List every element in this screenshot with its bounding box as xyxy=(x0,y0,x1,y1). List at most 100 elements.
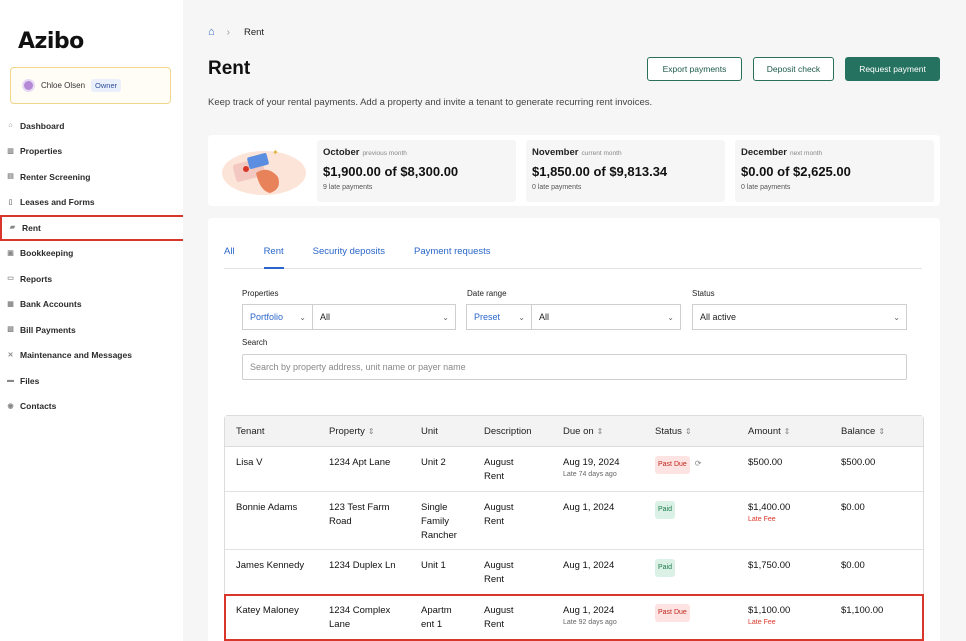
date-preset-select[interactable]: Preset ⌄ xyxy=(466,304,532,330)
sidebar-item-label: Leases and Forms xyxy=(20,197,95,208)
summary-late: 0 late payments xyxy=(532,184,582,191)
cell-unit: Unit 1 xyxy=(421,560,446,571)
summary-amount: $1,900.00 of $8,300.00 xyxy=(323,164,459,179)
cell-tenant: Lisa V xyxy=(236,457,263,468)
sidebar-item-renter-screening[interactable]: ▤ Renter Screening xyxy=(0,164,183,190)
col-property[interactable]: Property ⇕ xyxy=(329,426,375,437)
role-badge: Owner xyxy=(91,79,122,92)
sidebar-item-rent[interactable]: ▰ Rent xyxy=(0,215,188,241)
sidebar-item-files[interactable]: ▬ Files xyxy=(0,368,183,394)
cell-status: Past Due xyxy=(655,604,690,622)
date-range-label: Date range xyxy=(467,289,507,298)
cell-status: Paid xyxy=(655,559,676,577)
summary-december: December next month $0.00 of $2,625.00 0 … xyxy=(735,140,934,202)
col-amount[interactable]: Amount ⇕ xyxy=(748,426,790,437)
cell-balance: $0.00 xyxy=(841,502,865,513)
summary-amount: $0.00 of $2,625.00 xyxy=(741,164,851,179)
cell-description: August Rent xyxy=(484,457,514,482)
table-header: Tenant Property ⇕ Unit Description Due on… xyxy=(225,416,923,447)
summary-note: next month xyxy=(789,150,823,157)
cell-property: 123 Test Farm Road xyxy=(329,502,390,527)
sidebar-item-reports[interactable]: ▭ Reports xyxy=(0,266,183,292)
sidebar-item-contacts[interactable]: ◉ Contacts xyxy=(0,394,183,420)
summary-late: 0 late payments xyxy=(741,184,791,191)
sidebar-item-bank-accounts[interactable]: ▦ Bank Accounts xyxy=(0,292,183,318)
sort-icon: ⇕ xyxy=(783,427,791,436)
cell-status: Paid xyxy=(655,501,676,519)
sidebar-item-leases[interactable]: ▯ Leases and Forms xyxy=(0,190,183,216)
table-row[interactable]: James Kennedy 1234 Duplex Ln Unit 1 Augu… xyxy=(225,550,923,595)
azibo-logo[interactable]: Azibo xyxy=(18,29,84,54)
summary-month: October xyxy=(323,147,360,158)
document-icon: ▤ xyxy=(7,173,14,181)
summary-note: previous month xyxy=(362,150,407,157)
cell-amount: $1,750.00 xyxy=(748,560,791,571)
payment-illustration: ✦ xyxy=(222,148,306,195)
cell-balance: $500.00 xyxy=(841,457,876,468)
tab-rent[interactable]: Rent xyxy=(263,243,284,269)
table-row[interactable]: Lisa V 1234 Apt Lane Unit 2 August Rent … xyxy=(225,447,923,492)
status-badge: Paid xyxy=(655,559,676,577)
cell-tenant: Katey Maloney xyxy=(236,605,299,616)
user-card[interactable]: Chloe Olsen Owner xyxy=(10,67,171,104)
due-note: Late 92 days ago xyxy=(563,619,617,626)
tab-all[interactable]: All xyxy=(224,243,235,269)
sidebar-item-label: Maintenance and Messages xyxy=(20,350,132,361)
cell-description: August Rent xyxy=(484,605,514,630)
payments-panel: All Rent Security deposits Payment reque… xyxy=(208,218,940,641)
export-payments-button[interactable]: Export payments xyxy=(647,57,742,81)
col-due-on[interactable]: Due on ⇕ xyxy=(563,426,603,437)
search-input[interactable]: Search by property address, unit name or… xyxy=(242,354,907,380)
table-row[interactable]: Bonnie Adams 123 Test Farm Road Single F… xyxy=(225,492,923,550)
request-payment-button[interactable]: Request payment xyxy=(845,57,940,81)
cell-description: August Rent xyxy=(484,502,514,527)
home-icon[interactable]: ⌂ xyxy=(208,26,215,38)
select-value: All xyxy=(539,312,550,322)
chevron-down-icon: ⌄ xyxy=(518,313,525,322)
cell-tenant: Bonnie Adams xyxy=(236,502,298,513)
sort-icon: ⇕ xyxy=(878,427,886,436)
table-row[interactable]: Katey Maloney 1234 Complex Lane Apartm e… xyxy=(224,594,924,641)
sidebar-item-bill-payments[interactable]: ▧ Bill Payments xyxy=(0,317,183,343)
summary-amount: $1,850.00 of $9,813.34 xyxy=(532,164,668,179)
tab-payment-requests[interactable]: Payment requests xyxy=(414,243,491,269)
chevron-down-icon: ⌄ xyxy=(442,313,449,322)
bank-icon: ▦ xyxy=(7,300,14,308)
select-value: Preset xyxy=(474,312,501,322)
col-status[interactable]: Status ⇕ xyxy=(655,426,692,437)
sidebar-item-label: Files xyxy=(20,375,40,386)
deposit-check-button[interactable]: Deposit check xyxy=(753,57,834,81)
rent-summary: ✦ October previous month $1,900.00 of $8,… xyxy=(208,135,940,206)
sync-icon[interactable]: ⟳ xyxy=(695,459,702,468)
breadcrumb: ⌂ › Rent xyxy=(208,26,264,38)
sidebar-item-label: Rent xyxy=(22,222,41,233)
sidebar-item-label: Bank Accounts xyxy=(20,299,82,310)
properties-scope-select[interactable]: Portfolio ⌄ xyxy=(242,304,313,330)
select-value: Portfolio xyxy=(250,312,284,322)
status-select[interactable]: All active ⌄ xyxy=(692,304,907,330)
cell-property: 1234 Apt Lane xyxy=(329,457,391,468)
sidebar-item-label: Reports xyxy=(20,273,53,284)
cell-amount: $1,100.00 Late Fee xyxy=(748,605,791,626)
tab-security-deposits[interactable]: Security deposits xyxy=(313,243,385,269)
sidebar-item-bookkeeping[interactable]: ▣ Bookkeeping xyxy=(0,241,183,267)
col-tenant: Tenant xyxy=(236,426,265,437)
payment-tabs: All Rent Security deposits Payment reque… xyxy=(224,243,922,269)
properties-select[interactable]: All ⌄ xyxy=(312,304,456,330)
cell-tenant: James Kennedy xyxy=(236,560,305,571)
payments-table: Tenant Property ⇕ Unit Description Due on… xyxy=(224,415,924,641)
main-content: ⌂ › Rent Rent Keep track of your rental … xyxy=(183,0,966,641)
cell-description: August Rent xyxy=(484,560,514,585)
sidebar-item-dashboard[interactable]: ⌂ Dashboard xyxy=(0,113,183,139)
col-balance[interactable]: Balance ⇕ xyxy=(841,426,885,437)
sidebar-item-properties[interactable]: ▥ Properties xyxy=(0,139,183,165)
page-subtitle: Keep track of your rental payments. Add … xyxy=(208,97,653,108)
home-icon: ⌂ xyxy=(8,122,13,130)
cell-due: Aug 19, 2024 Late 74 days ago xyxy=(563,457,620,478)
status-label: Status xyxy=(692,289,715,298)
sidebar-item-maintenance[interactable]: ✕ Maintenance and Messages xyxy=(0,343,183,369)
date-range-select[interactable]: All ⌄ xyxy=(531,304,681,330)
bill-icon: ▧ xyxy=(7,326,14,334)
cell-status: Past Due ⟳ xyxy=(655,456,702,474)
wrench-icon: ✕ xyxy=(7,351,14,359)
